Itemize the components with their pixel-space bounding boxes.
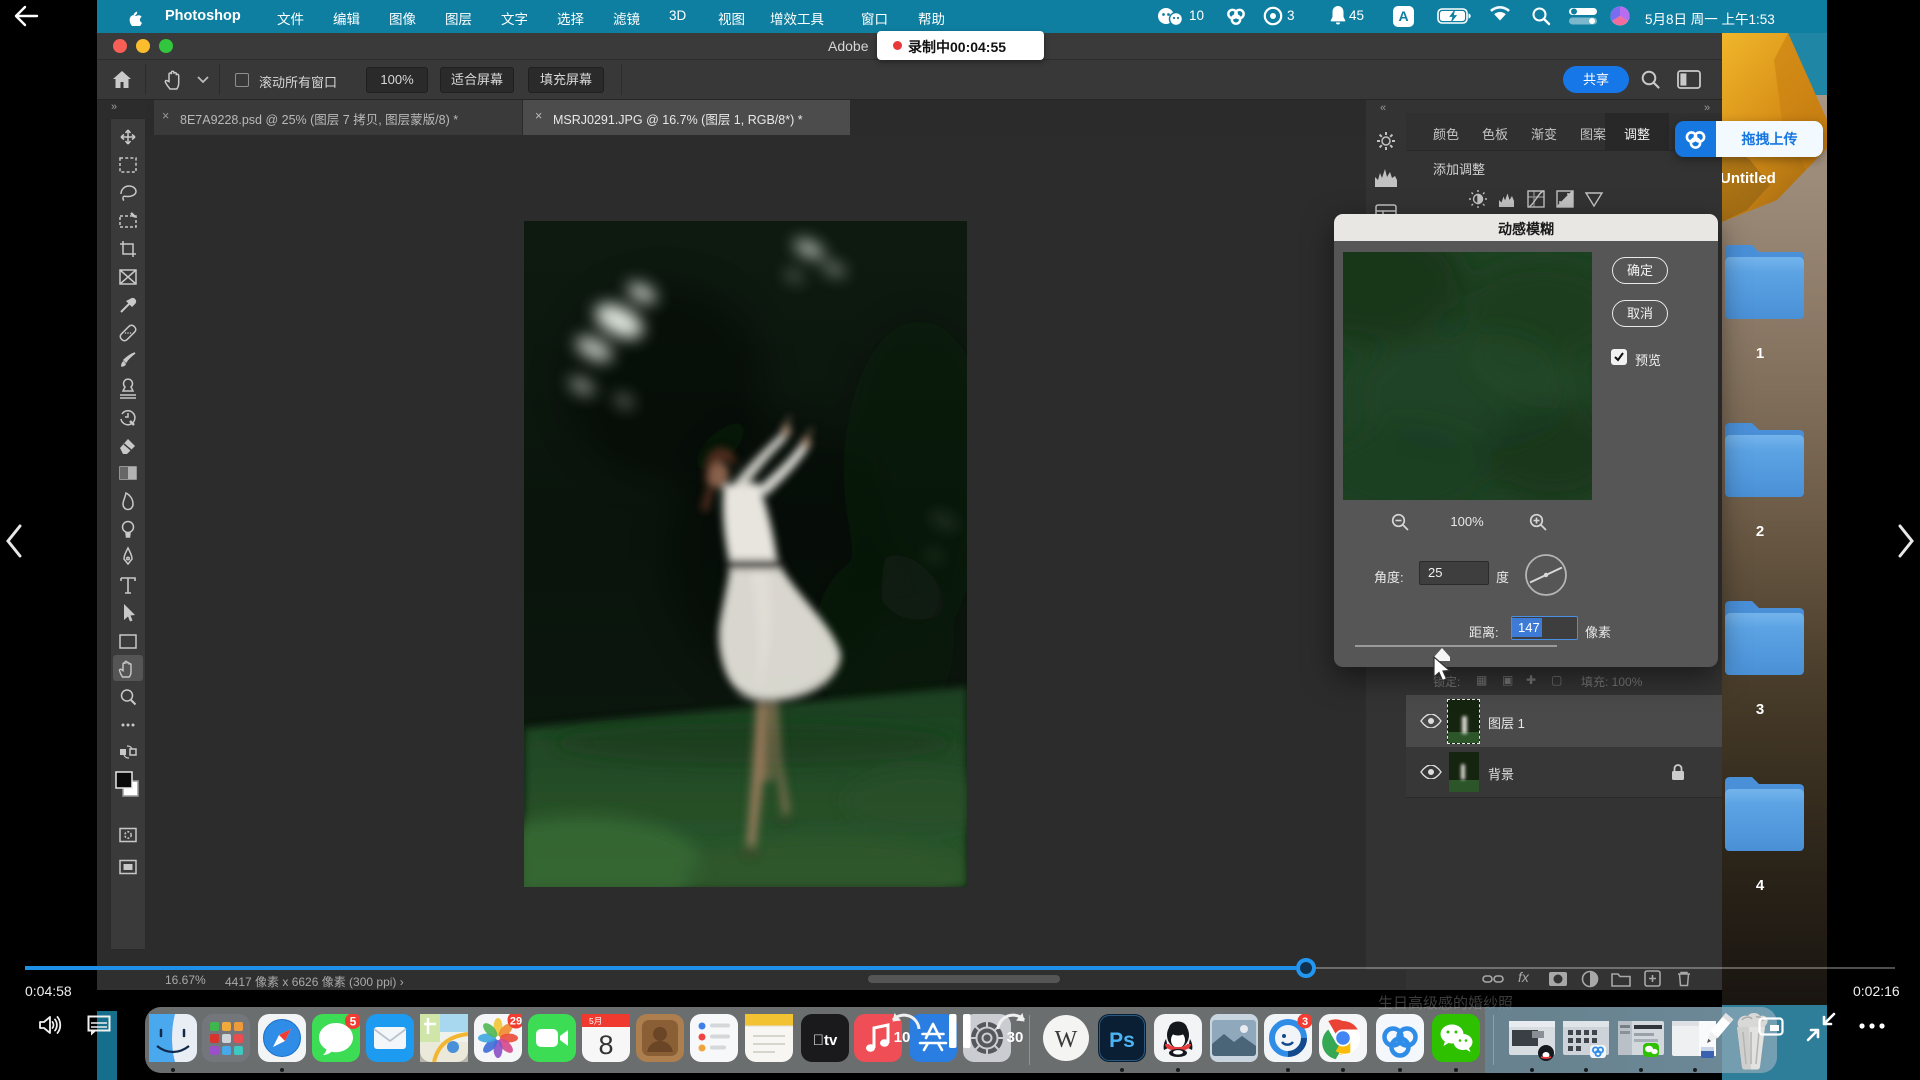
svg-text:Untitled: Untitled bbox=[1722, 170, 1776, 187]
svg-text:5: 5 bbox=[350, 1015, 357, 1029]
svg-text:1: 1 bbox=[1756, 345, 1764, 362]
svg-text:3: 3 bbox=[1756, 701, 1764, 718]
svg-text:30: 30 bbox=[1007, 1029, 1024, 1046]
svg-text:Ps: Ps bbox=[1109, 1029, 1135, 1052]
svg-text:4: 4 bbox=[1756, 877, 1765, 894]
svg-text:10: 10 bbox=[894, 1029, 911, 1046]
svg-text:8: 8 bbox=[598, 1030, 613, 1060]
svg-text:3: 3 bbox=[1302, 1016, 1308, 1028]
svg-text:2: 2 bbox=[1756, 523, 1764, 540]
svg-text:29: 29 bbox=[510, 1016, 522, 1028]
svg-text:5月: 5月 bbox=[589, 1016, 602, 1026]
svg-text:W: W bbox=[1055, 1027, 1078, 1053]
svg-text:tv: tv bbox=[813, 1032, 838, 1049]
